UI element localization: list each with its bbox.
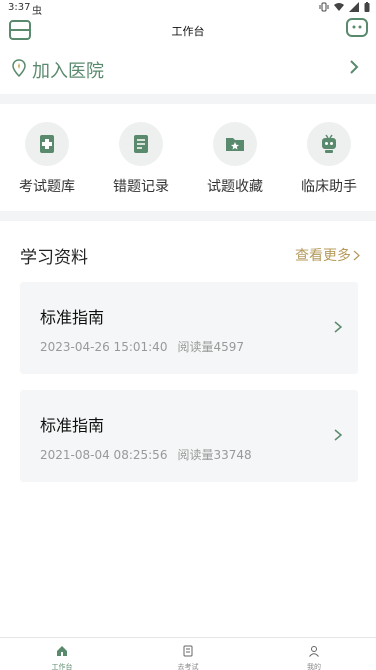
status-bar: 3:37 虫 — [0, 0, 376, 17]
status-icons — [319, 2, 370, 12]
notification-app-icon: 虫 — [32, 6, 42, 17]
quick-action-wrong-questions[interactable]: 错题记录 — [94, 122, 188, 196]
section-divider — [0, 94, 376, 104]
robot-assistant-icon — [307, 122, 351, 166]
exam-bank-icon — [25, 122, 69, 166]
see-more-label: 查看更多 — [295, 248, 351, 264]
wrong-questions-icon — [119, 122, 163, 166]
material-title: 标准指南 — [40, 416, 105, 435]
chevron-right-icon — [353, 250, 360, 260]
chevron-right-icon — [334, 321, 342, 333]
favorites-folder-icon — [213, 122, 257, 166]
material-card[interactable]: 标准指南 2021-08-04 08:25:56 阅读量33748 — [20, 390, 358, 482]
material-date: 2023-04-26 15:01:40 — [40, 340, 168, 354]
tab-label: 工作台 — [51, 663, 73, 670]
quick-action-favorites[interactable]: 试题收藏 — [188, 122, 282, 196]
materials-title: 学习资料 — [20, 248, 88, 268]
chevron-right-icon — [350, 60, 359, 74]
join-hospital-label: 加入医院 — [32, 61, 104, 82]
tab-profile[interactable]: 我的 — [274, 642, 354, 670]
material-meta: 2021-08-04 08:25:56 阅读量33748 — [40, 446, 252, 463]
bottom-tab-bar: 工作台 去考试 我的 — [0, 637, 376, 670]
user-icon — [309, 646, 319, 657]
location-pin-icon — [12, 59, 26, 77]
signal-icon — [349, 2, 359, 12]
chevron-right-icon — [334, 429, 342, 441]
material-reads: 阅读量33748 — [177, 448, 252, 462]
see-more-link[interactable]: 查看更多 — [295, 245, 360, 265]
quick-action-label: 临床助手 — [301, 179, 357, 195]
tab-exam[interactable]: 去考试 — [148, 642, 228, 670]
material-title: 标准指南 — [40, 308, 105, 327]
material-reads: 阅读量4597 — [177, 340, 244, 354]
section-divider — [0, 211, 376, 221]
material-card[interactable]: 标准指南 2023-04-26 15:01:40 阅读量4597 — [20, 282, 358, 374]
material-date: 2021-08-04 08:25:56 — [40, 448, 168, 462]
material-meta: 2023-04-26 15:01:40 阅读量4597 — [40, 338, 244, 355]
quick-action-label: 试题收藏 — [207, 179, 263, 195]
wifi-icon — [334, 3, 344, 11]
home-icon — [57, 646, 67, 656]
message-icon[interactable] — [346, 18, 368, 38]
top-header: 工作台 — [0, 16, 376, 46]
tab-label: 去考试 — [177, 663, 199, 670]
quick-action-label: 考试题库 — [19, 179, 75, 195]
tab-workbench[interactable]: 工作台 — [22, 642, 102, 670]
tab-label: 我的 — [307, 663, 321, 670]
quick-action-label: 错题记录 — [113, 179, 169, 195]
quick-action-exam-bank[interactable]: 考试题库 — [0, 122, 94, 196]
quick-actions: 考试题库 错题记录 试题收藏 临床助手 — [0, 112, 376, 208]
page-title: 工作台 — [171, 25, 205, 38]
vibrate-icon — [319, 2, 329, 12]
quick-action-clinical-assistant[interactable]: 临床助手 — [282, 122, 376, 196]
join-hospital-row[interactable]: 加入医院 — [0, 50, 376, 90]
battery-icon — [364, 2, 370, 12]
status-time: 3:37 — [8, 2, 31, 13]
exam-paper-icon — [183, 645, 193, 657]
